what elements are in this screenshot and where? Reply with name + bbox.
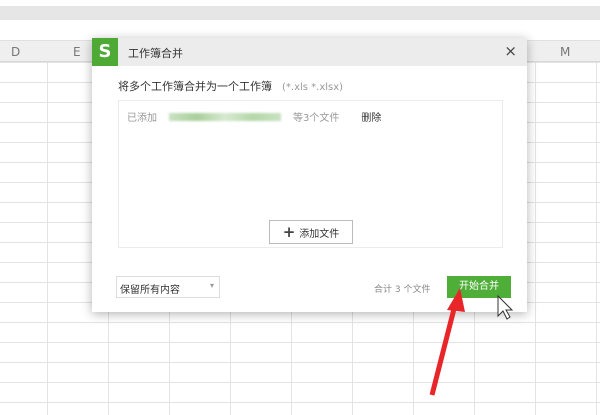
- mouse-cursor-icon: [497, 294, 514, 320]
- annotation-overlay: [429, 288, 514, 396]
- red-arrow-annotation: [429, 288, 465, 396]
